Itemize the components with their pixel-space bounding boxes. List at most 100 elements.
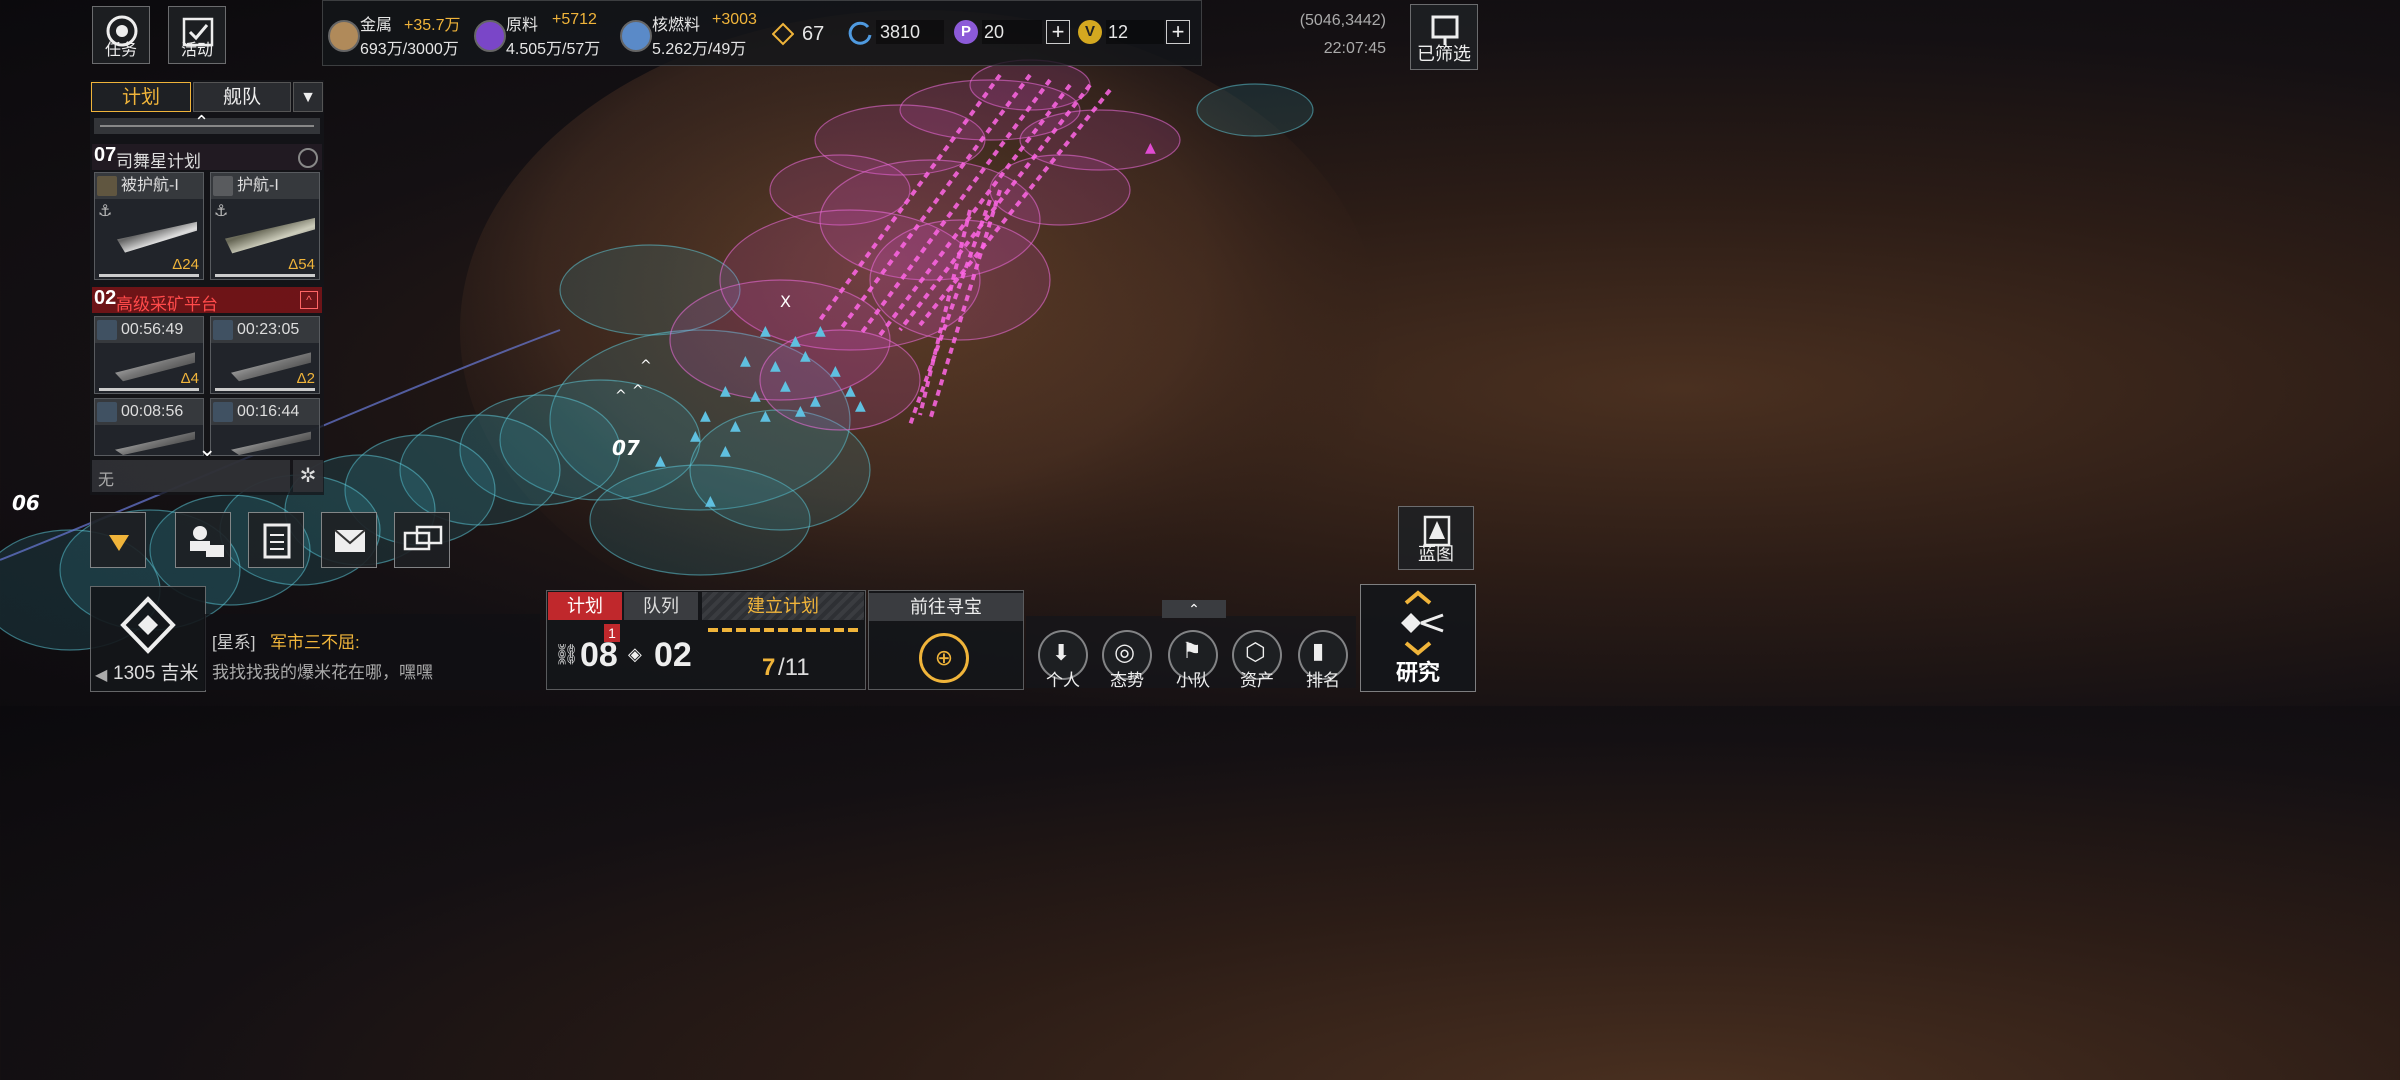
notes-button[interactable] bbox=[248, 512, 304, 568]
build-progress: 7 /11 bbox=[702, 624, 864, 686]
blueprint-button[interactable]: 蓝图 bbox=[1398, 506, 1474, 570]
filter-funnel-icon: ▼ bbox=[300, 89, 316, 106]
clock-readout: 22:07:45 bbox=[1323, 40, 1386, 57]
plan2-card-1[interactable]: 00:56:49 Δ4 bbox=[94, 316, 204, 394]
nav-situation[interactable]: ◎ 态势 bbox=[1102, 630, 1152, 690]
location-button[interactable]: 1305 吉米 ◀ bbox=[90, 586, 206, 692]
currency-a[interactable]: 3810 bbox=[846, 18, 946, 48]
nav-squad-label: 小队 bbox=[1176, 671, 1210, 690]
card-count: Δ4 bbox=[180, 370, 199, 387]
currency-c[interactable]: V 12 + bbox=[1078, 18, 1194, 48]
tab-bottom-queue[interactable]: 队列 bbox=[624, 592, 698, 620]
chat-sender: 军市三不屈: bbox=[270, 633, 360, 652]
card-count: Δ54 bbox=[288, 256, 315, 273]
add-currency-b-button[interactable]: + bbox=[1046, 20, 1070, 44]
filter-button[interactable]: 已筛选 bbox=[1410, 4, 1478, 70]
clipboard-icon bbox=[263, 523, 291, 559]
nav-assets[interactable]: ⬡ 资产 bbox=[1232, 630, 1282, 690]
add-currency-c-button[interactable]: + bbox=[1166, 20, 1190, 44]
svg-text:▲: ▲ bbox=[655, 453, 666, 469]
metal-amount: 693万/3000万 bbox=[360, 41, 459, 58]
triangle-down-button[interactable] bbox=[90, 512, 146, 568]
currency-b-value: 20 bbox=[984, 22, 1005, 42]
task-button[interactable]: 任务 bbox=[92, 6, 150, 64]
svg-text:▲: ▲ bbox=[750, 388, 761, 404]
svg-text:▲: ▲ bbox=[760, 323, 771, 339]
map-marker-06[interactable]: 06 bbox=[12, 491, 40, 515]
svg-text:▲: ▲ bbox=[830, 363, 841, 379]
map-marker-07[interactable]: 07 bbox=[612, 436, 640, 460]
raw-name: 原料 bbox=[506, 17, 539, 34]
empty-text: 无 bbox=[98, 472, 115, 489]
progress-current: 7 bbox=[762, 654, 776, 681]
svg-text:▲: ▲ bbox=[1145, 140, 1156, 156]
research-button[interactable]: 研究 bbox=[1360, 584, 1476, 692]
plan2-card-3[interactable]: 00:08:56 bbox=[94, 398, 204, 456]
build-plan-button[interactable]: 建立计划 bbox=[702, 592, 864, 620]
activity-label: 活动 bbox=[180, 42, 213, 59]
collapse-handle[interactable]: ⌃ bbox=[94, 112, 320, 134]
tab-fleet[interactable]: 舰队 bbox=[193, 82, 291, 112]
fuel-resource[interactable]: 核燃料 +3003 5.262万/49万 bbox=[618, 8, 768, 58]
treasure-panel[interactable]: 前往寻宝 ⊕ bbox=[868, 590, 1024, 690]
nav-expand-icon[interactable]: ⌃ bbox=[1162, 600, 1226, 618]
raw-resource[interactable]: 原料 +5712 4.505万/57万 bbox=[472, 8, 612, 58]
person-down-icon: ⬇ bbox=[1052, 640, 1071, 665]
card-timer: 00:08:56 bbox=[95, 399, 203, 425]
v-coin-icon: V bbox=[1078, 20, 1102, 44]
nav-personal[interactable]: ⬇ 个人 bbox=[1038, 630, 1088, 690]
tab-bottom-plan[interactable]: 计划 bbox=[548, 592, 622, 620]
toggle-circle-icon[interactable] bbox=[298, 148, 318, 168]
plan1-card-escort[interactable]: 护航-I ⚓ Δ54 bbox=[210, 172, 320, 280]
collapse-icon[interactable]: ^ bbox=[300, 291, 318, 309]
currency-b[interactable]: P 20 + bbox=[954, 18, 1072, 48]
nav-ranking[interactable]: ▮ 排名 bbox=[1298, 630, 1348, 690]
plan-number-2: 02 bbox=[94, 287, 117, 309]
plan2-card-2[interactable]: 00:23:05 Δ2 bbox=[210, 316, 320, 394]
fuel-amount: 5.262万/49万 bbox=[652, 41, 747, 58]
link-icon: ⛓ bbox=[554, 644, 580, 666]
scroll-down-icon[interactable]: ⌄ bbox=[198, 436, 216, 462]
svg-text:▲: ▲ bbox=[700, 408, 711, 424]
plan-count-block[interactable]: ⛓ 08 1 bbox=[548, 622, 622, 686]
crystal-icon bbox=[474, 20, 506, 52]
arrow-indicator-icon: ◀ bbox=[95, 667, 108, 684]
contacts-button[interactable] bbox=[175, 512, 231, 568]
distance-label: 1305 吉米 bbox=[113, 663, 199, 684]
svg-text:▲: ▲ bbox=[810, 393, 821, 409]
cube-icon: ⬡ bbox=[1245, 639, 1266, 666]
research-circuit-icon bbox=[1401, 590, 1444, 656]
research-label: 研究 bbox=[1395, 660, 1440, 685]
svg-text:▲: ▲ bbox=[720, 383, 731, 399]
plan-name-2: 高级采矿平台 bbox=[116, 295, 218, 314]
plan1-card-escorted[interactable]: 被护航-I ⚓ Δ24 bbox=[94, 172, 204, 280]
sidebar-filter-button[interactable]: ▼ bbox=[293, 82, 323, 112]
settings-gear-icon[interactable]: ✲ bbox=[293, 460, 323, 492]
plan-badge: 1 bbox=[604, 624, 620, 642]
chevron-up-icon: ⌃ bbox=[194, 112, 210, 132]
map-marker-x[interactable]: X bbox=[780, 292, 791, 311]
person-chat-icon bbox=[190, 526, 224, 557]
nav-personal-label: 个人 bbox=[1046, 671, 1080, 690]
rank-indicator[interactable]: 67 bbox=[772, 20, 834, 50]
metal-resource[interactable]: 金属 +35.7万 693万/3000万 bbox=[326, 8, 466, 58]
plan-header-2[interactable]: 02 高级采矿平台 ^ bbox=[92, 287, 322, 314]
plan2-card-4[interactable]: 00:16:44 bbox=[210, 398, 320, 456]
card-timer: 00:23:05 bbox=[211, 317, 319, 343]
card-timer: 00:16:44 bbox=[211, 399, 319, 425]
tab-plan[interactable]: 计划 bbox=[91, 82, 191, 112]
svg-text:^: ^ bbox=[632, 383, 644, 399]
activity-button[interactable]: 活动 bbox=[168, 6, 226, 64]
chat-button[interactable] bbox=[394, 512, 450, 568]
queue-count-block[interactable]: ◈ 02 bbox=[624, 622, 698, 686]
svg-text:▲: ▲ bbox=[740, 353, 751, 369]
svg-text:▲: ▲ bbox=[705, 493, 716, 509]
plan-header-1[interactable]: 07 司舞星计划 bbox=[92, 144, 322, 171]
blueprint-label: 蓝图 bbox=[1418, 544, 1454, 564]
mail-button[interactable] bbox=[321, 512, 377, 568]
nav-squad[interactable]: ⚑ 小队 bbox=[1168, 630, 1218, 690]
svg-text:▲: ▲ bbox=[770, 358, 781, 374]
progress-segments bbox=[708, 628, 858, 632]
svg-text:^: ^ bbox=[615, 388, 627, 404]
chat-panel[interactable]: [星系] 军市三不屈: 我找找我的爆米花在哪，嘿嘿 bbox=[204, 614, 540, 690]
